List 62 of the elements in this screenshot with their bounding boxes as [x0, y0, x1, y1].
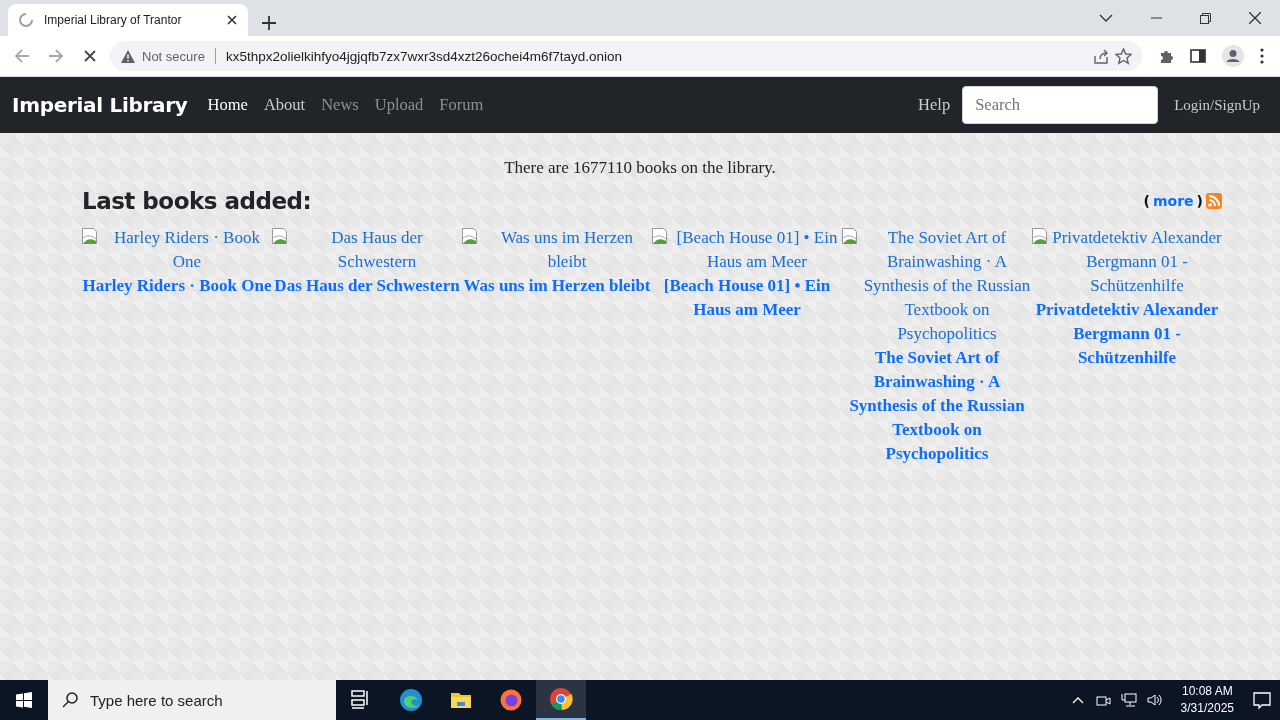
side-panel-icon[interactable] — [1190, 48, 1206, 64]
book-title-link[interactable]: The Soviet Art of Brainwashing · A Synthesis of the Russian Textbook on Psychopolitics — [842, 346, 1032, 466]
broken-image-icon — [462, 228, 478, 245]
restore-icon[interactable] — [1200, 12, 1211, 24]
edge-browser-icon — [399, 688, 423, 712]
profile-icon[interactable] — [1222, 45, 1244, 67]
search-field[interactable]: Search — [962, 86, 1159, 124]
tab-title: Imperial Library of Trantor — [44, 13, 183, 27]
menu-icon[interactable] — [1260, 47, 1264, 65]
book-title-link[interactable]: Das Haus der Schwestern — [272, 274, 462, 298]
image-alt-text: The Soviet Art of Brainwashing · A Synthesis of the Russian Textbook on Psychopolitics — [862, 227, 1032, 345]
address-field[interactable]: kx5thpx2olielkihfyo4jgjqfb7zx7wxr3sd4xzt26ochei4m6f7tayd.onion — [225, 48, 1086, 64]
nav-link[interactable]: Upload — [366, 95, 432, 115]
firefox-browser-icon — [499, 688, 523, 712]
nav-link[interactable]: About — [255, 95, 314, 115]
broken-image-icon — [842, 228, 858, 245]
chrome-browser-button[interactable] — [536, 680, 586, 720]
windows-start-icon[interactable] — [16, 692, 32, 708]
puzzle-icon[interactable] — [1158, 48, 1174, 64]
parenthesis: ( — [1143, 193, 1150, 209]
site-logo[interactable]: Imperial Library — [12, 93, 188, 117]
share-icon[interactable] — [1092, 47, 1109, 65]
clock-time[interactable]: 10:08 AM — [1181, 683, 1233, 700]
loading-icon — [18, 12, 34, 28]
parenthesis: ) — [1196, 193, 1203, 209]
star-icon[interactable] — [1115, 47, 1132, 65]
image-alt-text: [Beach House 01] • Ein Haus am Meer — [675, 227, 839, 273]
broken-image-icon — [652, 228, 668, 245]
image-alt-text: Privatdetektiv Alexander Bergmann 01 - Schützenhilfe — [1052, 227, 1222, 297]
search-icon — [62, 692, 78, 708]
help-link[interactable]: Help — [910, 95, 959, 115]
broken-image-icon — [272, 228, 288, 245]
chrome-browser-icon — [549, 687, 573, 711]
plus-icon[interactable] — [262, 16, 276, 30]
rss-icon[interactable] — [1206, 193, 1222, 209]
book-title-link[interactable]: Was uns im Herzen bleibt — [462, 274, 652, 298]
chevron-down-icon[interactable] — [1099, 12, 1113, 24]
section-heading: Last books added: — [82, 188, 312, 214]
taskbar-search-field[interactable]: Type here to search — [48, 680, 336, 720]
book-title-link[interactable]: Privatdetektiv Alexander Bergmann 01 - Schützenhilfe — [1032, 298, 1222, 370]
more-link[interactable]: more — [1153, 193, 1194, 209]
close-icon[interactable] — [1249, 12, 1261, 24]
book-title-link[interactable]: [Beach House 01] • Ein Haus am Meer — [652, 274, 842, 322]
login-link[interactable]: Login/SignUp — [1166, 96, 1268, 114]
nav-link[interactable]: Forum — [431, 95, 492, 115]
nav-link[interactable]: News — [313, 95, 367, 115]
nav-link[interactable]: Home — [199, 95, 256, 115]
close-icon[interactable] — [226, 14, 238, 26]
browser-tab[interactable]: Imperial Library of Trantor — [8, 4, 248, 36]
network-icon[interactable] — [1120, 692, 1137, 708]
clock-date[interactable]: 3/31/2025 — [1180, 700, 1234, 717]
image-alt-text: Das Haus der Schwestern — [330, 227, 424, 273]
image-alt-text: Was uns im Herzen bleibt — [499, 227, 635, 273]
notification-icon[interactable] — [1252, 690, 1272, 710]
broken-image-icon — [1032, 228, 1048, 245]
broken-image-icon — [82, 228, 98, 245]
book-count-text: There are 1677110 books on the library. — [503, 157, 777, 178]
image-alt-text: Harley Riders · Book One — [113, 227, 261, 273]
book-title-link[interactable]: Harley Riders · Book One — [82, 274, 272, 298]
warning-icon — [120, 48, 136, 64]
security-label[interactable]: Not secure — [142, 48, 205, 64]
speaker-icon[interactable] — [1146, 692, 1163, 708]
